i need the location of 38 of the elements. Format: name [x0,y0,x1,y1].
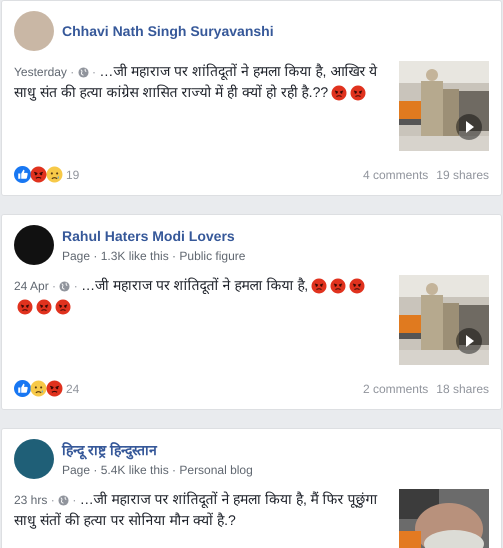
comments-count[interactable]: 4 comments [362,166,428,184]
angry-face-icon [30,166,47,184]
angry-face-icon [17,299,33,316]
post-text: Yesterday · · …जी महाराज पर शांतिदूतों ने हमला किया है, आखिर ये साधु संत की हत्या कांग्रेस शासित राज्यो में ही क्यों हो रही है.?? [14,62,378,104]
timestamp[interactable]: Yesterday [14,65,67,79]
shares-count[interactable]: 18 shares [436,380,489,398]
author-name[interactable]: हिन्दू राष्ट्र हिन्दुस्तान [62,440,253,460]
angry-face-icon [331,85,348,102]
timestamp[interactable]: 23 hrs [14,493,48,507]
shares-count[interactable]: 19 shares [436,166,489,184]
angry-face-icon [55,299,71,316]
angry-face-icon [46,380,63,398]
post-text: 24 Apr · · …जी महाराज पर शांतिदूतों ने हमला किया है, [14,275,383,365]
post-text: 23 hrs · · …जी महाराज पर शांतिदूतों ने हमला किया है, मैं फिर पूछुंगा साधु संतों की हत्या पर सोनिया मौन क्यों है.? [14,490,379,531]
play-icon[interactable] [456,114,482,140]
crying-face-icon [30,380,47,398]
crying-face-icon [46,166,63,184]
timestamp[interactable]: 24 Apr [14,279,49,293]
angry-face-icon [350,85,366,102]
play-icon[interactable] [456,328,482,354]
comments-count[interactable]: 2 comments [362,380,428,398]
avatar[interactable] [14,225,54,265]
angry-face-icon [349,278,366,294]
reaction-count[interactable]: 19 [66,166,80,184]
globe-icon [59,280,70,292]
page-info: Page · 1.3K like this · Public figure [62,248,246,264]
angry-face-icon [36,299,52,316]
avatar[interactable] [14,439,54,479]
thumbs-up-icon [14,380,31,398]
reaction-count[interactable]: 24 [66,380,80,398]
thumbs-up-icon [14,166,31,184]
angry-face-icon [330,278,346,294]
author-name[interactable]: Rahul Haters Modi Lovers [62,226,246,246]
page-info: Page · 5.4K like this · Personal blog [62,462,253,478]
globe-icon [78,66,89,78]
author-name[interactable]: Chhavi Nath Singh Suryavanshi [62,20,274,42]
globe-icon [58,494,70,506]
angry-face-icon [311,278,328,294]
